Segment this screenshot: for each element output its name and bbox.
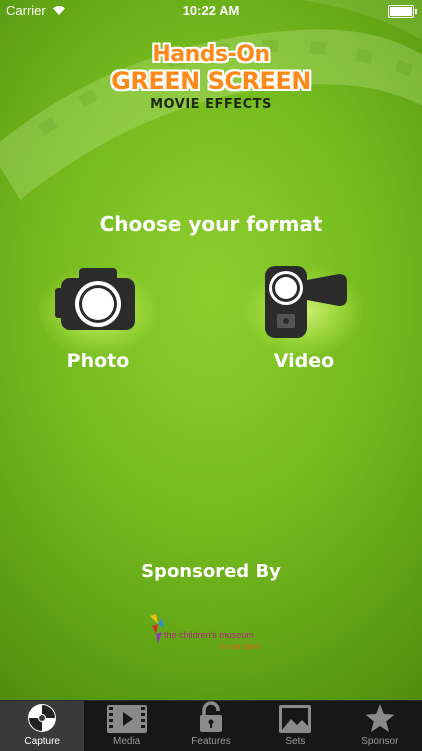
tab-label: Sponsor — [361, 736, 399, 747]
logo-line-2: GREEN SCREEN — [111, 67, 311, 95]
tab-label: Sets — [285, 736, 306, 747]
battery-icon — [388, 5, 417, 18]
logo-line-1: Hands-On — [152, 42, 270, 67]
star-icon — [365, 704, 395, 732]
unlock-icon — [200, 701, 223, 732]
app-logo: Hands-On GREEN SCREEN MOVIE EFFECTS — [0, 42, 422, 112]
tab-media[interactable]: Media — [84, 701, 168, 751]
tab-label: Capture — [24, 736, 60, 747]
tab-capture[interactable]: Capture — [0, 701, 85, 751]
tab-sponsor[interactable]: Sponsor — [338, 701, 422, 751]
tab-label: Features — [191, 736, 231, 747]
tab-bar: Capture Media Features Sets Sponsor — [0, 700, 422, 751]
photo-label: Photo — [66, 350, 130, 372]
tab-sets[interactable]: Sets — [253, 701, 337, 751]
museum-logo-icon — [150, 614, 164, 644]
sponsor-logo[interactable]: the children's museum in oak lawn — [146, 612, 296, 658]
video-label: Video — [273, 350, 335, 372]
film-reel-icon — [28, 704, 57, 732]
tab-features[interactable]: Features — [169, 701, 253, 751]
camera-icon — [55, 268, 135, 330]
sponsor-name: the children's museum — [164, 630, 254, 640]
logo-line-3: MOVIE EFFECTS — [150, 97, 272, 112]
sponsor-location: in oak lawn — [220, 642, 261, 651]
play-film-icon — [106, 705, 147, 733]
choose-format-heading: Choose your format — [99, 212, 323, 236]
sponsored-by-label: Sponsored By — [141, 561, 281, 582]
video-camera-icon — [265, 266, 347, 338]
clock: 10:22 AM — [182, 3, 240, 18]
tab-label: Media — [112, 736, 141, 747]
photo-button[interactable]: Photo — [18, 262, 178, 372]
image-icon — [279, 705, 312, 733]
status-bar: Carrier 10:22 AM — [0, 0, 422, 22]
video-button[interactable]: Video — [224, 262, 384, 372]
